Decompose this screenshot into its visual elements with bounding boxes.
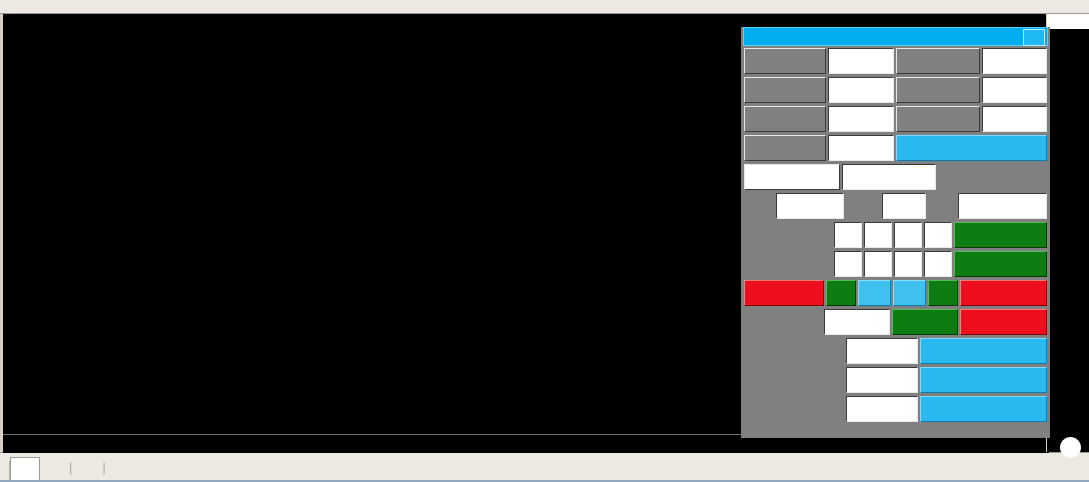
trade-time-1-label [744, 222, 832, 248]
unlock-price-field[interactable] [824, 309, 890, 335]
spread-value [882, 193, 926, 219]
bid-value [958, 193, 1047, 219]
row-trade-time-2 [743, 250, 1048, 278]
tab-separator: | [102, 459, 106, 475]
row-today-pl [743, 105, 1048, 133]
ea-buy-close-button[interactable] [920, 338, 1047, 364]
chart-window[interactable] [0, 14, 1089, 458]
free-margin-label [744, 77, 826, 103]
ea-position-pl-label [744, 396, 844, 422]
trade-time-1-field-3[interactable] [894, 222, 922, 248]
row-ea-buy-pl [743, 337, 1048, 365]
sell-unlock-button[interactable] [892, 309, 958, 335]
buy-button[interactable] [858, 280, 891, 306]
ask-value [776, 193, 844, 219]
trade-time-1-field-1[interactable] [834, 222, 862, 248]
row-position-pl [743, 134, 1048, 162]
account-balance-value [828, 48, 894, 74]
ask-label [744, 193, 774, 219]
spread-label [846, 193, 880, 219]
equity-label [896, 48, 980, 74]
unlock-close-button[interactable] [960, 309, 1047, 335]
trade-time-2-field-3[interactable] [894, 251, 922, 277]
chart-tab-bar: | | [0, 452, 1089, 481]
sr-button[interactable] [928, 280, 958, 306]
trade-time-1-field-4[interactable] [924, 222, 952, 248]
tab-xauusd-m5[interactable] [40, 460, 68, 481]
position-pl-value [828, 135, 894, 161]
today-pl-label [744, 106, 826, 132]
ea-close-all-button[interactable] [920, 396, 1047, 422]
row-quotes [743, 192, 1048, 220]
top-toolbar[interactable] [0, 0, 1089, 14]
tab-bar-notch [0, 461, 10, 481]
equity-value [982, 48, 1047, 74]
tab-eurusd-m30[interactable] [73, 460, 101, 481]
tab-xauusd-m5-active[interactable] [10, 457, 40, 481]
trade-time-2-field-1[interactable] [834, 251, 862, 277]
today-pl-value [828, 106, 894, 132]
trade-time-2-field-2[interactable] [864, 251, 892, 277]
trade-time-2-label [744, 251, 832, 277]
row-unlock [743, 308, 1048, 336]
ea-sell-close-button[interactable] [920, 367, 1047, 393]
row-buy-sell-switches [743, 279, 1048, 307]
bid-label [928, 193, 956, 219]
strategy-1-button[interactable] [954, 222, 1047, 248]
mt4-window: | | [0, 0, 1089, 482]
tab-separator: | [69, 459, 73, 475]
panel-header[interactable] [743, 27, 1048, 46]
row-ea-position-pl [743, 395, 1048, 423]
free-margin-value [828, 77, 894, 103]
unlock-price-label [744, 309, 822, 335]
facebook-icon [1060, 437, 1081, 458]
month-pl-value [982, 77, 1047, 103]
account-balance-label [744, 48, 826, 74]
chart-symbol-ohlc-label [13, 19, 18, 33]
trade-time-1-field-2[interactable] [864, 222, 892, 248]
br-button[interactable] [826, 280, 856, 306]
watermark [1060, 437, 1086, 458]
row-trend [743, 163, 1048, 191]
trend-state-button[interactable] [744, 164, 840, 190]
server-time [938, 164, 1047, 190]
sell-button[interactable] [893, 280, 926, 306]
yesterday-pl-value [982, 106, 1047, 132]
ea-position-pl-value [846, 396, 918, 422]
ea-buy-pl-label [744, 338, 844, 364]
row-balance [743, 47, 1048, 75]
symbol-value [842, 164, 936, 190]
row-free-margin [743, 76, 1048, 104]
panel-collapse-button[interactable] [1023, 29, 1045, 46]
row-trade-time-1 [743, 221, 1048, 249]
current-price-tag [1047, 14, 1089, 29]
yesterday-pl-label [896, 106, 980, 132]
ea-sell-pl-value [846, 367, 918, 393]
sell-off-button[interactable] [960, 280, 1047, 306]
buy-off-button[interactable] [744, 280, 824, 306]
ea-sell-pl-label [744, 367, 844, 393]
position-pl-label [744, 135, 826, 161]
ea-buy-pl-value [846, 338, 918, 364]
strategy-1-5-button[interactable] [954, 251, 1047, 277]
row-ea-sell-pl [743, 366, 1048, 394]
price-axis[interactable] [1046, 14, 1089, 452]
close-all-positions-button[interactable] [896, 135, 1047, 161]
trade-time-2-field-4[interactable] [924, 251, 952, 277]
month-pl-label [896, 77, 980, 103]
ea-trade-panel [741, 27, 1050, 438]
